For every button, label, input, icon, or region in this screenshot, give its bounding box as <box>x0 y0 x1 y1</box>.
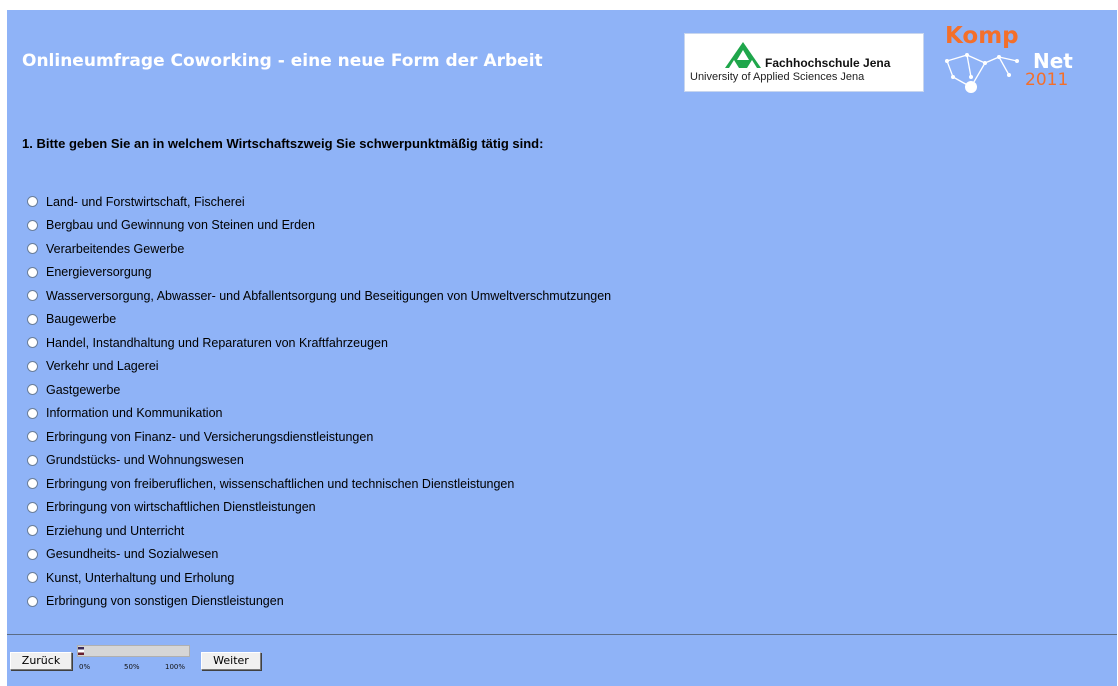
next-button[interactable]: Weiter <box>201 652 261 670</box>
option-label: Erbringung von wirtschaftlichen Dienstle… <box>46 500 316 515</box>
answer-option[interactable]: Energieversorgung <box>27 261 611 285</box>
answer-options: Land- und Forstwirtschaft, Fischerei Ber… <box>27 190 611 613</box>
fh-logo-name: Fachhochschule Jena <box>765 56 891 70</box>
option-label: Erbringung von sonstigen Dienstleistunge… <box>46 594 284 609</box>
radio-button[interactable] <box>27 431 38 443</box>
progress-fill <box>78 647 84 655</box>
radio-button[interactable] <box>27 572 38 584</box>
survey-page: Onlineumfrage Coworking - eine neue Form… <box>7 10 1117 686</box>
answer-option[interactable]: Land- und Forstwirtschaft, Fischerei <box>27 190 611 214</box>
back-button[interactable]: Zurück <box>10 652 72 670</box>
answer-option[interactable]: Grundstücks- und Wohnungswesen <box>27 449 611 473</box>
radio-button[interactable] <box>27 360 38 372</box>
fh-triangle-icon <box>725 42 761 68</box>
radio-button[interactable] <box>27 290 38 302</box>
radio-button[interactable] <box>27 384 38 396</box>
option-label: Erbringung von Finanz- und Versicherungs… <box>46 429 374 444</box>
answer-option[interactable]: Erbringung von freiberuflichen, wissensc… <box>27 472 611 496</box>
fh-logo-subtitle: University of Applied Sciences Jena <box>690 71 865 83</box>
kompnet-logo-year: 2011 <box>1025 70 1069 90</box>
progress-tick-50: 50% <box>124 663 140 671</box>
radio-button[interactable] <box>27 337 38 349</box>
radio-button[interactable] <box>27 266 38 278</box>
radio-button[interactable] <box>27 548 38 560</box>
option-label: Baugewerbe <box>46 312 117 327</box>
answer-option[interactable]: Handel, Instandhaltung und Reparaturen v… <box>27 331 611 355</box>
option-label: Wasserversorgung, Abwasser- und Abfallen… <box>46 288 612 303</box>
option-label: Grundstücks- und Wohnungswesen <box>46 453 244 468</box>
option-label: Verkehr und Lagerei <box>46 359 159 374</box>
progress-bar: 0% 50% 100% <box>77 644 192 674</box>
option-label: Gastgewerbe <box>46 382 121 397</box>
radio-button[interactable] <box>27 478 38 490</box>
radio-button[interactable] <box>27 196 38 208</box>
answer-option[interactable]: Verkehr und Lagerei <box>27 355 611 379</box>
answer-option[interactable]: Gastgewerbe <box>27 378 611 402</box>
radio-button[interactable] <box>27 243 38 255</box>
answer-option[interactable]: Erbringung von wirtschaftlichen Dienstle… <box>27 496 611 520</box>
option-label: Handel, Instandhaltung und Reparaturen v… <box>46 335 388 350</box>
option-label: Kunst, Unterhaltung und Erholung <box>46 570 235 585</box>
footer-divider <box>7 634 1117 635</box>
option-label: Information und Kommunikation <box>46 406 223 421</box>
answer-option[interactable]: Bergbau und Gewinnung von Steinen und Er… <box>27 214 611 238</box>
option-label: Gesundheits- und Sozialwesen <box>46 547 219 562</box>
progress-track <box>77 645 190 657</box>
fachhochschule-jena-logo: Fachhochschule Jena University of Applie… <box>684 33 924 92</box>
option-label: Land- und Forstwirtschaft, Fischerei <box>46 194 245 209</box>
option-label: Verarbeitendes Gewerbe <box>46 241 185 256</box>
radio-button[interactable] <box>27 407 38 419</box>
progress-tick-0: 0% <box>79 663 91 671</box>
option-label: Erbringung von freiberuflichen, wissensc… <box>46 476 515 491</box>
answer-option[interactable]: Baugewerbe <box>27 308 611 332</box>
answer-option[interactable]: Information und Kommunikation <box>27 402 611 426</box>
radio-button[interactable] <box>27 595 38 607</box>
option-label: Energieversorgung <box>46 265 152 280</box>
page-title: Onlineumfrage Coworking - eine neue Form… <box>22 51 543 71</box>
answer-option[interactable]: Wasserversorgung, Abwasser- und Abfallen… <box>27 284 611 308</box>
progress-tick-100: 100% <box>165 663 186 671</box>
answer-option[interactable]: Kunst, Unterhaltung und Erholung <box>27 566 611 590</box>
radio-button[interactable] <box>27 313 38 325</box>
question-text: 1. Bitte geben Sie an in welchem Wirtsch… <box>22 136 544 151</box>
option-label: Erziehung und Unterricht <box>46 523 185 538</box>
kompnet-logo: Komp Net 2011 <box>939 23 1079 105</box>
radio-button[interactable] <box>27 219 38 231</box>
answer-option[interactable]: Erziehung und Unterricht <box>27 519 611 543</box>
answer-option[interactable]: Gesundheits- und Sozialwesen <box>27 543 611 567</box>
answer-option[interactable]: Erbringung von Finanz- und Versicherungs… <box>27 425 611 449</box>
radio-button[interactable] <box>27 525 38 537</box>
answer-option[interactable]: Erbringung von sonstigen Dienstleistunge… <box>27 590 611 614</box>
answer-option[interactable]: Verarbeitendes Gewerbe <box>27 237 611 261</box>
kompnet-logo-komp: Komp <box>945 23 1019 49</box>
radio-button[interactable] <box>27 501 38 513</box>
radio-button[interactable] <box>27 454 38 466</box>
option-label: Bergbau und Gewinnung von Steinen und Er… <box>46 218 315 233</box>
